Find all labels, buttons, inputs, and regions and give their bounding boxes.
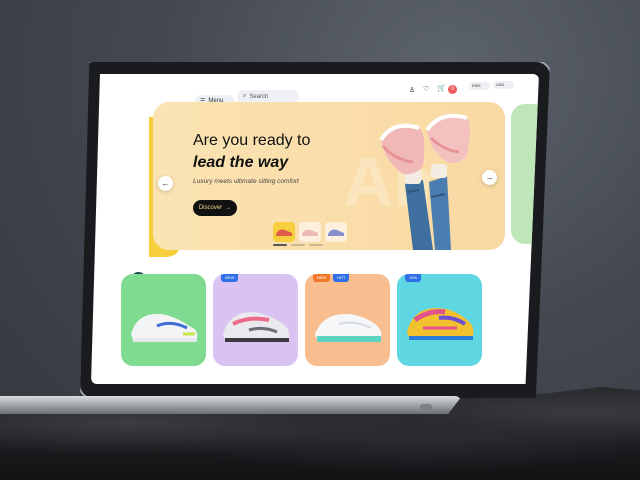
discover-button[interactable]: Discover → — [193, 200, 237, 216]
language-select[interactable]: ENG — [469, 82, 490, 90]
product-card[interactable]: NEW — [213, 274, 298, 366]
thumbnail-3[interactable] — [325, 222, 347, 242]
shoe-thumbnail-icon — [302, 229, 318, 236]
slide-indicator-active[interactable] — [273, 244, 287, 246]
thumbnail-2[interactable] — [299, 222, 321, 242]
hero-title-line1: Are you ready to — [193, 132, 311, 149]
sneaker-image — [407, 308, 474, 340]
product-badge: NEW — [313, 274, 331, 282]
product-card[interactable] — [121, 274, 206, 366]
previous-slide-button[interactable]: ← — [158, 176, 173, 191]
discover-label: Discover — [198, 205, 223, 211]
cart-badge: 0 — [448, 85, 457, 94]
sneaker-image — [315, 314, 382, 342]
slide-indicator[interactable] — [309, 244, 323, 246]
next-slide-button[interactable]: → — [482, 170, 497, 185]
sneaker-image — [131, 313, 198, 342]
laptop-base — [0, 396, 462, 414]
thumbnail-1[interactable] — [273, 222, 295, 242]
hero-subtitle: Luxury meets ultimate sitting comfort — [193, 178, 299, 185]
user-icon[interactable]: ♙ — [409, 86, 415, 94]
search-icon: ⌕ — [243, 93, 247, 99]
product-badge: NEW — [221, 274, 239, 282]
hero-sneakers-image — [379, 113, 470, 250]
sneaker-image — [223, 312, 290, 342]
shoe-thumbnail-icon — [328, 229, 344, 236]
cart-icon[interactable]: 🛒 — [437, 84, 446, 92]
arrow-right-icon: → — [225, 205, 232, 211]
screen: ☰ Menu ⌕ Search ♙ ♡ 🛒 0 ENG USD Air Are … — [91, 74, 539, 384]
product-badge: 10% — [405, 274, 422, 282]
shoe-thumbnail-icon — [276, 229, 292, 236]
product-card[interactable]: NEW HOT — [305, 274, 390, 366]
product-card[interactable]: 10% — [397, 274, 482, 366]
hero-banner: Air Are you ready to lead the way Luxury… — [153, 102, 505, 250]
laptop-hinge-notch — [420, 404, 432, 410]
slide-indicator[interactable] — [291, 244, 305, 246]
product-badge-secondary: HOT — [333, 274, 350, 282]
heart-icon[interactable]: ♡ — [423, 85, 429, 93]
search-placeholder: Search — [249, 93, 269, 100]
hero-title-line2: lead the way — [193, 154, 289, 171]
currency-select[interactable]: USD — [493, 81, 514, 89]
arrow-left-icon: ← — [161, 179, 170, 188]
arrow-right-icon: → — [485, 173, 494, 182]
